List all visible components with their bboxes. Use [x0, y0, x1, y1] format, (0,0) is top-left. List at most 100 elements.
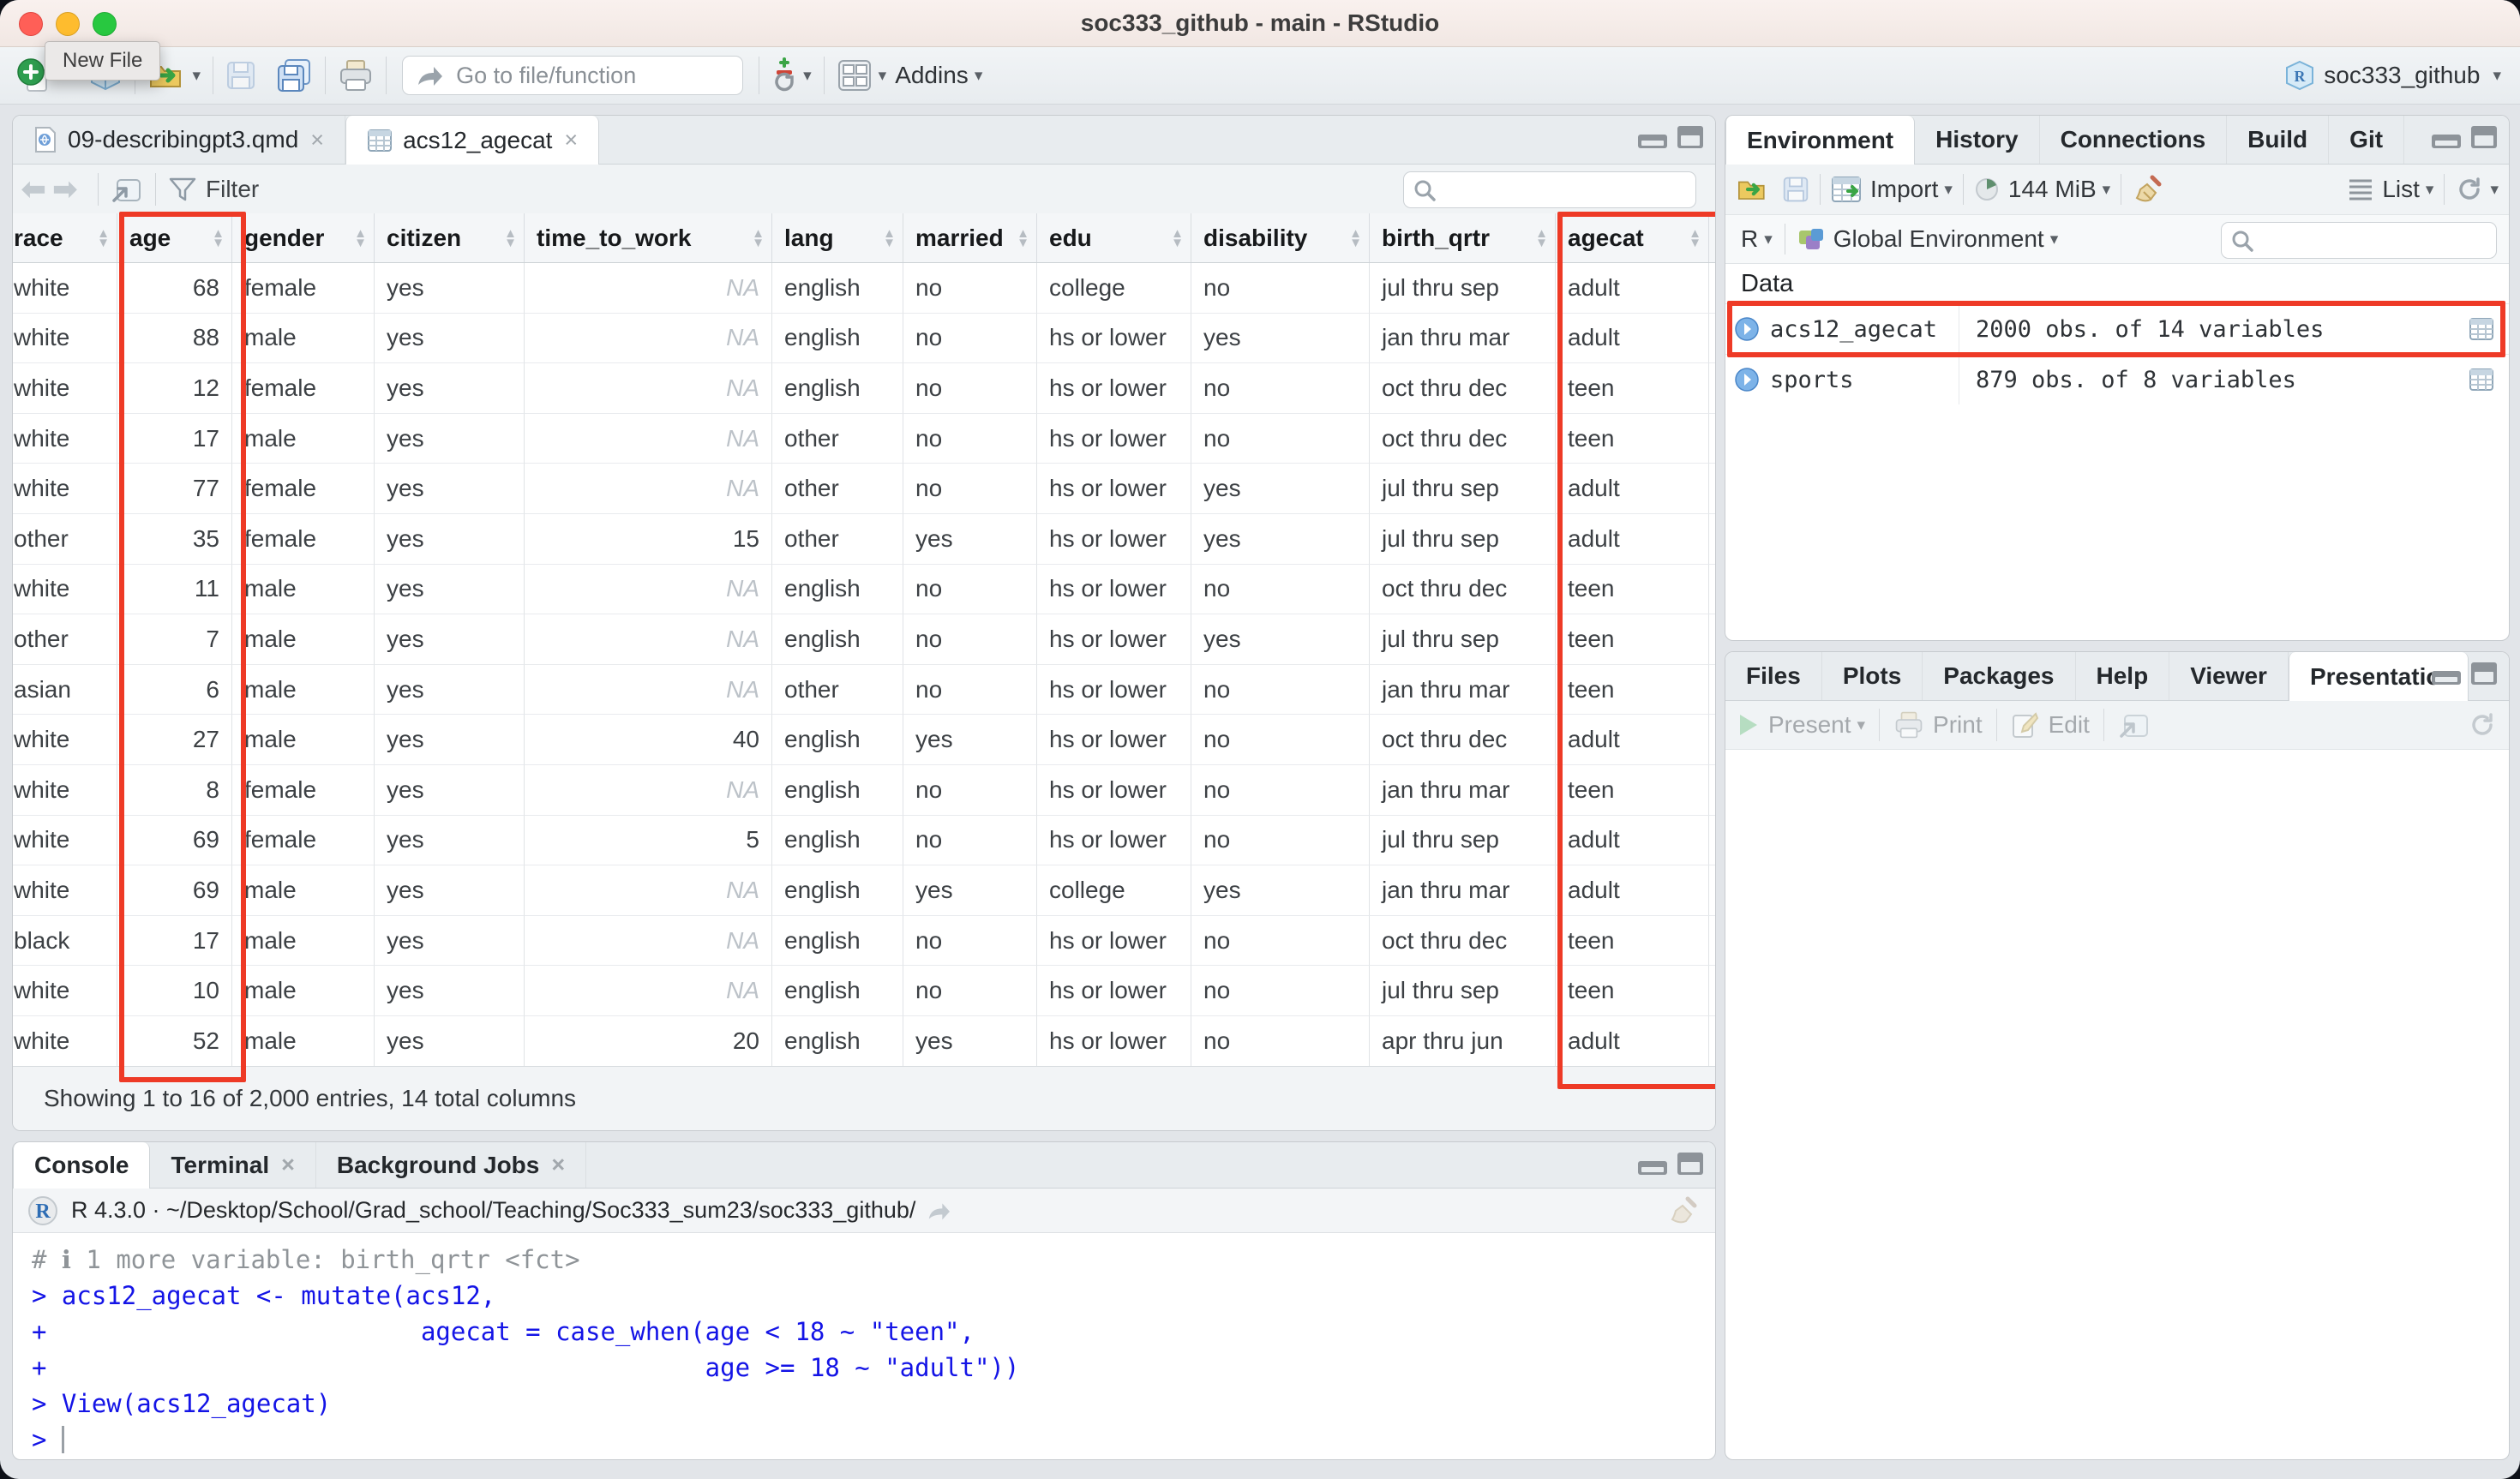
cell-lang[interactable]: english: [772, 1016, 903, 1067]
cell-citizen[interactable]: yes: [375, 514, 525, 565]
cell-agecat[interactable]: teen: [1556, 614, 1709, 665]
cell-time_to_work[interactable]: NA: [525, 966, 772, 1016]
goto-file-function-input[interactable]: Go to file/function: [402, 56, 743, 95]
cell-time_to_work[interactable]: NA: [525, 665, 772, 716]
sort-arrows-icon[interactable]: ▲▼: [1171, 229, 1184, 248]
cell-disability[interactable]: no: [1191, 916, 1370, 967]
cell-disability[interactable]: no: [1191, 363, 1370, 414]
cell-time_to_work[interactable]: NA: [525, 314, 772, 364]
sort-arrows-icon[interactable]: ▲▼: [752, 229, 765, 248]
cell-time_to_work[interactable]: 20: [525, 1016, 772, 1067]
cell-disability[interactable]: no: [1191, 966, 1370, 1016]
cell-citizen[interactable]: yes: [375, 1016, 525, 1067]
table-search-input[interactable]: [1403, 171, 1696, 208]
import-label[interactable]: Import: [1870, 176, 1938, 203]
cell-lang[interactable]: english: [772, 966, 903, 1016]
cell-birth_qrtr[interactable]: jul thru sep: [1370, 514, 1556, 565]
cell-married[interactable]: no: [903, 414, 1037, 464]
cell-race[interactable]: white: [13, 966, 117, 1016]
tab-files[interactable]: Files: [1725, 652, 1822, 700]
filter-icon[interactable]: [168, 176, 197, 203]
close-icon[interactable]: ×: [281, 1152, 295, 1178]
sort-arrows-icon[interactable]: ▲▼: [212, 229, 225, 248]
cell-citizen[interactable]: yes: [375, 614, 525, 665]
cell-lang[interactable]: english: [772, 363, 903, 414]
cell-lang[interactable]: english: [772, 263, 903, 314]
cell-race[interactable]: white: [13, 865, 117, 916]
table-row[interactable]: white69femaleyes5englishnohs or lowernoj…: [13, 816, 1715, 866]
sort-arrows-icon[interactable]: ▲▼: [1689, 229, 1701, 248]
cell-race[interactable]: white: [13, 464, 117, 514]
cell-birth_qrtr[interactable]: oct thru dec: [1370, 715, 1556, 765]
cell-lang[interactable]: english: [772, 715, 903, 765]
tab-environment[interactable]: Environment: [1725, 116, 1915, 165]
cell-gender[interactable]: male: [232, 865, 375, 916]
cell-age[interactable]: 52: [117, 1016, 232, 1067]
panes-layout-button[interactable]: ▾: [837, 58, 887, 93]
cell-gender[interactable]: female: [232, 765, 375, 816]
cell-birth_qrtr[interactable]: jul thru sep: [1370, 614, 1556, 665]
cell-birth_qrtr[interactable]: jan thru mar: [1370, 314, 1556, 364]
tab-acs12_agecat[interactable]: acs12_agecat×: [345, 116, 599, 165]
cell-race[interactable]: white: [13, 565, 117, 615]
column-header-disability[interactable]: disability▲▼: [1191, 213, 1370, 262]
cell-edu[interactable]: hs or lower: [1037, 314, 1191, 364]
view-data-grid-icon[interactable]: [2468, 368, 2495, 392]
present-button[interactable]: Present ▾: [1737, 711, 1865, 739]
language-selector[interactable]: R: [1741, 225, 1758, 253]
popout-presentation-button[interactable]: [2118, 710, 2151, 740]
table-row[interactable]: white77femaleyesNAothernohs or loweryesj…: [13, 464, 1715, 514]
tab-terminal[interactable]: Terminal×: [150, 1142, 315, 1188]
cell-birth_qrtr[interactable]: jul thru sep: [1370, 966, 1556, 1016]
cell-birth_qrtr[interactable]: jul thru sep: [1370, 263, 1556, 314]
print-button[interactable]: [338, 58, 374, 93]
cell-agecat[interactable]: teen: [1556, 665, 1709, 716]
cell-lang[interactable]: other: [772, 665, 903, 716]
forward-icon[interactable]: ➡: [53, 172, 78, 207]
cell-race[interactable]: other: [13, 614, 117, 665]
sort-arrows-icon[interactable]: ▲▼: [1349, 229, 1362, 248]
refresh-icon[interactable]: [2455, 175, 2484, 204]
cell-disability[interactable]: yes: [1191, 314, 1370, 364]
cell-gender[interactable]: male: [232, 715, 375, 765]
cell-birth_qrtr[interactable]: oct thru dec: [1370, 414, 1556, 464]
cell-married[interactable]: no: [903, 614, 1037, 665]
cell-agecat[interactable]: adult: [1556, 464, 1709, 514]
cell-disability[interactable]: no: [1191, 765, 1370, 816]
cell-married[interactable]: no: [903, 314, 1037, 364]
cell-birth_qrtr[interactable]: jul thru sep: [1370, 464, 1556, 514]
close-icon[interactable]: ×: [551, 1152, 565, 1178]
cell-edu[interactable]: hs or lower: [1037, 765, 1191, 816]
tab-plots[interactable]: Plots: [1822, 652, 1923, 700]
cell-citizen[interactable]: yes: [375, 565, 525, 615]
column-header-time_to_work[interactable]: time_to_work▲▼: [525, 213, 772, 262]
print-presentation-button[interactable]: Print: [1893, 710, 1983, 740]
cell-edu[interactable]: hs or lower: [1037, 715, 1191, 765]
cell-gender[interactable]: male: [232, 966, 375, 1016]
tab-help[interactable]: Help: [2076, 652, 2170, 700]
save-workspace-icon[interactable]: [1782, 176, 1809, 203]
cell-race[interactable]: white: [13, 765, 117, 816]
cell-disability[interactable]: no: [1191, 565, 1370, 615]
cell-gender[interactable]: male: [232, 314, 375, 364]
cell-time_to_work[interactable]: NA: [525, 263, 772, 314]
table-row[interactable]: white12femaleyesNAenglishnohs or lowerno…: [13, 363, 1715, 414]
cell-edu[interactable]: hs or lower: [1037, 966, 1191, 1016]
cell-race[interactable]: asian: [13, 665, 117, 716]
environment-selector[interactable]: Global Environment: [1833, 225, 2044, 253]
version-control-button[interactable]: ▾: [771, 57, 812, 94]
table-row[interactable]: white69maleyesNAenglishyescollegeyesjan …: [13, 865, 1715, 916]
clear-console-broom-icon[interactable]: [1667, 1195, 1698, 1226]
maximize-pane-icon[interactable]: [2471, 662, 2497, 685]
table-row[interactable]: white17maleyesNAothernohs or lowernooct …: [13, 414, 1715, 464]
tab-viewer[interactable]: Viewer: [2169, 652, 2289, 700]
minimize-pane-icon[interactable]: [1638, 135, 1667, 148]
cell-edu[interactable]: college: [1037, 865, 1191, 916]
cell-disability[interactable]: no: [1191, 414, 1370, 464]
cell-lang[interactable]: english: [772, 865, 903, 916]
column-header-birth_qrtr[interactable]: birth_qrtr▲▼: [1370, 213, 1556, 262]
cell-race[interactable]: white: [13, 263, 117, 314]
cell-agecat[interactable]: adult: [1556, 314, 1709, 364]
table-row[interactable]: white27maleyes40englishyeshs or lowernoo…: [13, 715, 1715, 765]
cell-birth_qrtr[interactable]: oct thru dec: [1370, 916, 1556, 967]
